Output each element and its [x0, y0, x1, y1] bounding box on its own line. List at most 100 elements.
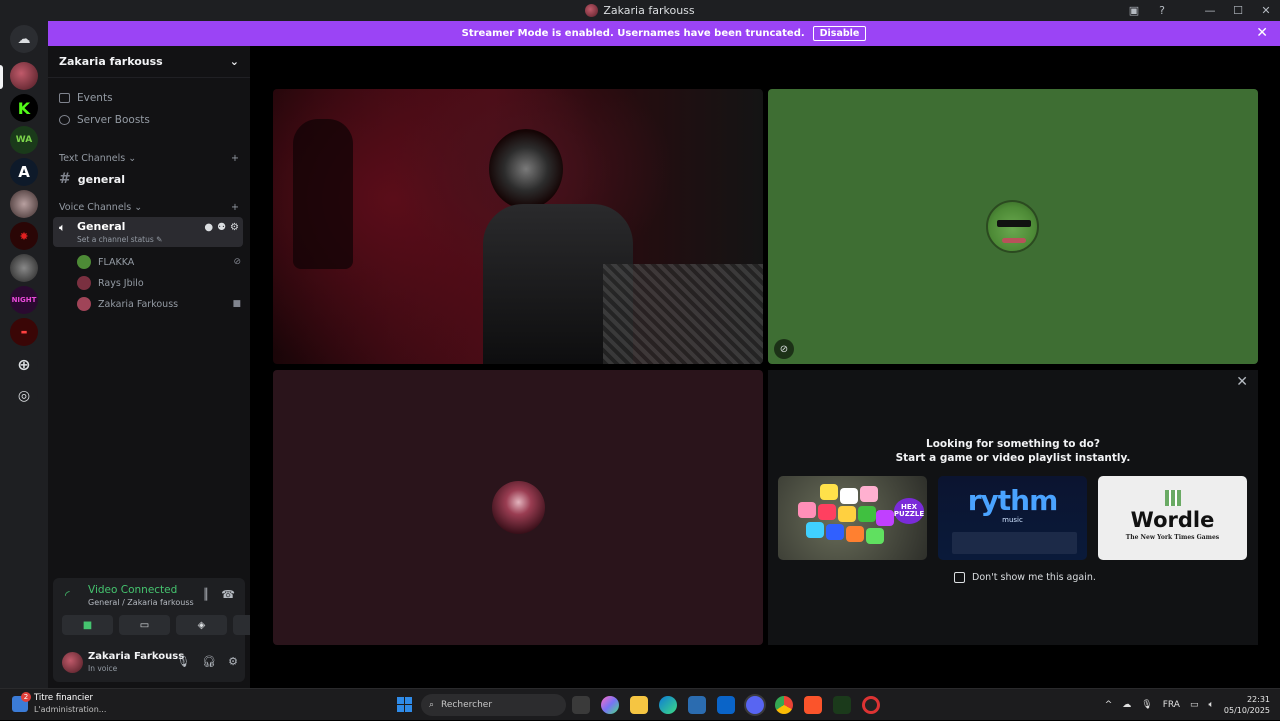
sidebar-item-server-boosts[interactable]: Server Boosts — [59, 114, 150, 126]
discord-home-icon[interactable]: ☁ — [10, 25, 38, 53]
avatar — [492, 481, 545, 534]
server-icon-zakaria[interactable] — [10, 62, 38, 90]
search-input[interactable]: ⌕ Rechercher — [421, 694, 566, 716]
add-server-icon[interactable]: ⊕ — [10, 350, 38, 378]
dont-show-again[interactable]: Don't show me this again. — [954, 572, 1096, 583]
banner-text: Streamer Mode is enabled. Usernames have… — [461, 28, 805, 39]
task-view-icon[interactable] — [572, 696, 590, 714]
signal-icon: ◜ — [65, 588, 70, 602]
category-text-channels[interactable]: Text Channels ⌄ + — [59, 153, 239, 164]
voice-channel-label: General — [77, 220, 126, 233]
channel-general-text[interactable]: # general — [59, 171, 125, 187]
video-tile-camera[interactable] — [273, 89, 763, 364]
activity-card-wordle[interactable]: Wordle The New York Times Games — [1098, 476, 1247, 560]
help-icon[interactable]: ? — [1148, 4, 1176, 17]
checkbox[interactable] — [954, 572, 965, 583]
brave-icon[interactable] — [804, 696, 822, 714]
chrome-icon[interactable] — [775, 696, 793, 714]
network-icon[interactable]: ▭ — [1190, 700, 1199, 710]
title-bar: Zakaria farkouss ▣ ? — ☐ ✕ — [0, 0, 1280, 21]
server-icon-gray[interactable] — [10, 254, 38, 282]
close-icon[interactable]: ✕ — [1236, 374, 1248, 390]
category-voice-channels[interactable]: Voice Channels ⌄ + — [59, 202, 239, 213]
close-icon[interactable]: ✕ — [1256, 25, 1268, 41]
screen-share-button[interactable]: ▭ — [119, 615, 170, 635]
file-explorer-icon[interactable] — [630, 696, 648, 714]
activity-card-hex-puzzle[interactable]: HEX PUZZLE — [778, 476, 927, 560]
chat-bubble-icon[interactable]: ● — [204, 222, 213, 233]
microphone-icon[interactable]: 🎙︎ — [176, 655, 190, 668]
language-indicator[interactable]: FRA — [1163, 700, 1180, 710]
voice-channel-general[interactable]: 🔈︎ General Set a channel status ✎ ● ⚉ ⚙ — [53, 217, 243, 247]
camera-button[interactable]: ■ — [62, 615, 113, 635]
video-tile-flakka[interactable]: ⊘ — [768, 89, 1258, 364]
avatar — [77, 297, 91, 311]
headphones-icon[interactable]: 🎧︎ — [202, 655, 216, 668]
avatar — [77, 255, 91, 269]
discover-icon[interactable]: ◎ — [10, 382, 38, 410]
invite-user-icon[interactable]: ⚉ — [217, 222, 226, 233]
activity-heading: Looking for something to do? — [926, 438, 1100, 450]
add-channel-icon[interactable]: + — [231, 153, 239, 164]
wordle-grid-icon — [1165, 490, 1181, 506]
sidebar-item-events[interactable]: Events — [59, 92, 113, 104]
server-icon-red[interactable]: ✸ — [10, 222, 38, 250]
window-title: Zakaria farkouss — [585, 4, 695, 17]
connection-status[interactable]: Video Connected — [88, 584, 177, 596]
start-button[interactable] — [397, 697, 412, 712]
close-window-button[interactable]: ✕ — [1252, 4, 1280, 17]
widget-subtitle: L'administration... — [34, 705, 107, 714]
outlook-icon[interactable] — [717, 696, 735, 714]
user-status: In voice — [88, 664, 118, 673]
server-icon-dark[interactable]: ▬ — [10, 318, 38, 346]
copilot-icon[interactable] — [601, 696, 619, 714]
server-icon-face[interactable] — [10, 190, 38, 218]
store-icon[interactable] — [688, 696, 706, 714]
voice-member[interactable]: Zakaria Farkouss ■ — [77, 297, 241, 311]
add-voice-channel-icon[interactable]: + — [231, 202, 239, 213]
gear-icon[interactable]: ⚙ — [230, 222, 239, 233]
server-header[interactable]: Zakaria farkouss ⌄ — [48, 46, 250, 78]
server-icon-a[interactable]: A — [10, 158, 38, 186]
clock[interactable]: 22:31 05/10/2025 — [1224, 694, 1270, 716]
news-widget[interactable]: 2 Titre financier L'administration... — [12, 692, 107, 715]
user-area: Zakaria Farkouss In voice 🎙︎ 🎧︎ ⚙ — [62, 649, 238, 677]
edge-icon[interactable] — [659, 696, 677, 714]
dont-show-label: Don't show me this again. — [972, 572, 1096, 583]
noise-suppression-icon[interactable]: ║ — [203, 588, 210, 601]
widget-title: Titre financier — [34, 693, 93, 703]
chevron-up-icon[interactable]: ^ — [1105, 700, 1113, 710]
avatar[interactable] — [62, 652, 83, 673]
voice-member[interactable]: FLAKKA ⊘ — [77, 255, 241, 269]
discord-icon[interactable] — [746, 696, 764, 714]
disable-button[interactable]: Disable — [812, 26, 867, 41]
microphone-tray-icon[interactable]: 🎙︎ — [1141, 700, 1152, 710]
hashtag-icon: # — [59, 171, 71, 187]
weather-icon[interactable]: ☁ — [1122, 700, 1131, 710]
title-avatar — [585, 4, 599, 17]
calendar-icon — [59, 93, 70, 103]
activity-suggestions: ✕ Looking for something to do? Start a g… — [768, 370, 1258, 645]
server-icon-green[interactable]: WA — [10, 126, 38, 154]
set-channel-status[interactable]: Set a channel status ✎ — [77, 235, 162, 244]
card-label: rythm — [967, 484, 1059, 517]
notification-badge: 2 — [21, 692, 31, 702]
record-app-icon[interactable] — [862, 696, 880, 714]
video-tile-rays[interactable] — [273, 370, 763, 645]
disconnect-icon[interactable]: ☎ — [221, 588, 235, 601]
server-icon-night[interactable]: NIGHT — [10, 286, 38, 314]
connection-location: General / Zakaria farkouss — [88, 598, 194, 607]
voice-member[interactable]: Rays Jbilo — [77, 276, 241, 290]
minimize-button[interactable]: — — [1196, 4, 1224, 17]
settings-gear-icon[interactable]: ⚙ — [228, 655, 238, 668]
inbox-icon[interactable]: ▣ — [1120, 4, 1148, 17]
activity-button[interactable]: ◈ — [176, 615, 227, 635]
member-name: Rays Jbilo — [98, 277, 144, 289]
maximize-button[interactable]: ☐ — [1224, 4, 1252, 17]
terminal-icon[interactable] — [833, 696, 851, 714]
volume-icon[interactable]: 🔈︎ — [1208, 700, 1213, 710]
activity-card-rythm[interactable]: rythm music — [938, 476, 1087, 560]
voice-connection-panel: ◜ Video Connected General / Zakaria fark… — [53, 578, 284, 682]
taskbar-apps — [572, 696, 880, 714]
server-icon-kick[interactable]: K — [10, 94, 38, 122]
